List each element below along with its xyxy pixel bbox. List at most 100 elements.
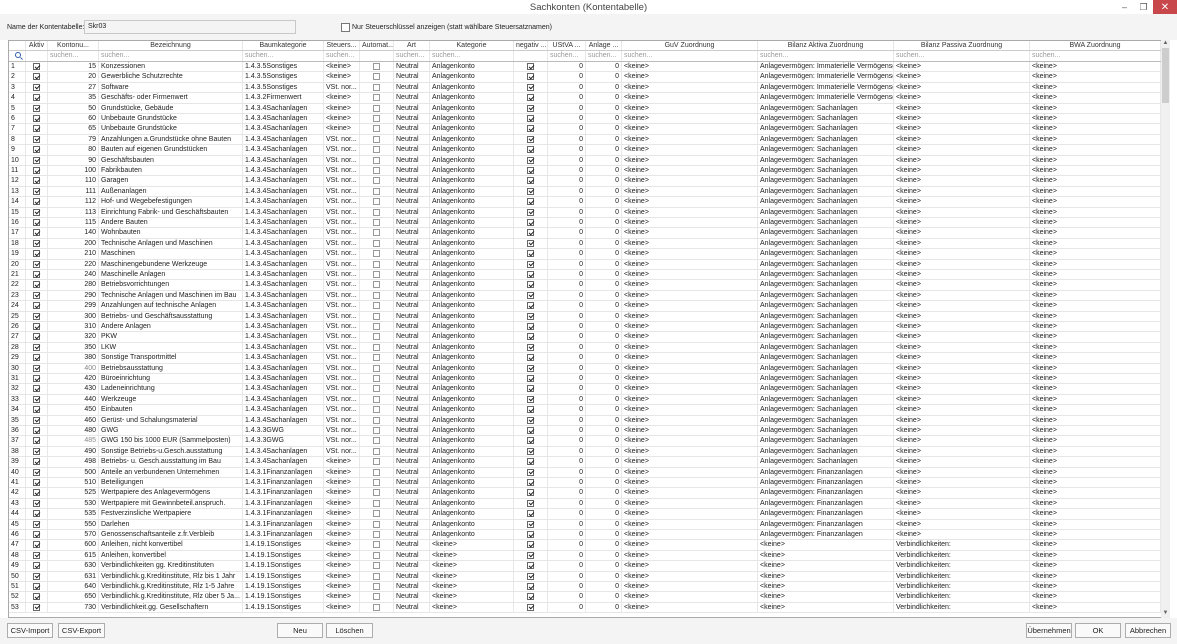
csv-import-button[interactable]: CSV-Import [7, 623, 53, 638]
column-header[interactable]: Baumkategorie [243, 41, 324, 50]
row-checkbox[interactable] [527, 146, 534, 154]
row-checkbox[interactable] [33, 239, 40, 247]
row-checkbox[interactable] [33, 520, 40, 528]
table-cell[interactable] [514, 62, 548, 72]
row-checkbox[interactable] [33, 302, 40, 310]
row-checkbox[interactable] [373, 167, 380, 174]
row-checkbox[interactable] [527, 115, 534, 122]
row-checkbox[interactable] [527, 603, 534, 611]
row-checkbox[interactable] [33, 499, 40, 507]
table-row[interactable]: 12 110 Garagen 1.4.3.4Sachanlagen VSt. nor..… [9, 176, 1161, 187]
table-row[interactable]: 21 240 Maschinelle Anlagen 1.4.3.4Sachanlag… [9, 270, 1161, 281]
table-cell[interactable] [514, 176, 548, 186]
row-checkbox[interactable] [33, 385, 40, 393]
table-row[interactable]: 19 210 Maschinen 1.4.3.4Sachanlagen VSt. nor… [9, 249, 1161, 260]
restore-icon[interactable]: ❐ [1134, 0, 1153, 14]
row-checkbox[interactable] [373, 187, 380, 195]
row-checkbox[interactable] [33, 572, 40, 580]
table-cell[interactable] [26, 457, 48, 467]
row-checkbox[interactable] [373, 541, 380, 549]
new-button[interactable]: Neu [277, 623, 323, 638]
row-checkbox[interactable] [33, 83, 40, 91]
row-checkbox[interactable] [527, 271, 534, 278]
table-cell[interactable] [26, 176, 48, 186]
row-checkbox[interactable] [33, 427, 40, 434]
table-cell[interactable] [514, 238, 548, 249]
table-cell[interactable] [26, 342, 48, 353]
row-checkbox[interactable] [373, 375, 380, 382]
row-checkbox[interactable] [33, 603, 40, 611]
ok-button[interactable]: OK [1075, 623, 1121, 638]
row-checkbox[interactable] [527, 250, 534, 258]
row-checkbox[interactable] [373, 312, 380, 320]
row-checkbox[interactable] [373, 333, 380, 341]
row-checkbox[interactable] [33, 208, 40, 216]
table-cell[interactable] [514, 311, 548, 321]
table-row[interactable]: 37 485 GWG 150 bis 1000 EUR (Sammelposten)… [9, 436, 1161, 447]
table-cell[interactable] [26, 488, 48, 498]
table-row[interactable]: 23 290 Technische Anlagen und Maschinen im… [9, 290, 1161, 302]
table-cell[interactable] [26, 82, 48, 93]
table-cell[interactable] [514, 124, 548, 134]
table-row[interactable]: 31 420 Büroeinrichtung 1.4.3.4Sachanlagen VS… [9, 374, 1161, 385]
table-cell[interactable] [514, 290, 548, 301]
table-cell[interactable] [360, 498, 394, 509]
column-header[interactable]: Aktiv [26, 41, 48, 50]
filter-cell[interactable]: suchen... [586, 51, 622, 61]
table-cell[interactable] [26, 238, 48, 249]
table-row[interactable]: 22 280 Betriebsvorrichtungen 1.4.3.4Sachanl… [9, 280, 1161, 291]
table-cell[interactable] [26, 436, 48, 446]
table-cell[interactable] [26, 374, 48, 384]
table-cell[interactable] [360, 571, 394, 581]
name-input[interactable]: Skr03 [84, 20, 296, 34]
table-cell[interactable] [514, 114, 548, 124]
row-checkbox[interactable] [527, 135, 534, 143]
table-cell[interactable] [514, 280, 548, 290]
table-cell[interactable] [26, 467, 48, 477]
table-cell[interactable] [26, 446, 48, 457]
column-header[interactable]: Anlage ... [586, 41, 622, 50]
table-cell[interactable] [26, 155, 48, 165]
row-checkbox[interactable] [373, 135, 380, 143]
column-header[interactable]: Kontonu... [48, 41, 99, 50]
row-checkbox[interactable] [373, 499, 380, 507]
table-cell[interactable] [360, 290, 394, 301]
row-checkbox[interactable] [373, 468, 380, 476]
row-checkbox[interactable] [373, 281, 380, 289]
row-checkbox[interactable] [33, 510, 40, 518]
row-checkbox[interactable] [527, 593, 534, 601]
row-checkbox[interactable] [373, 510, 380, 518]
table-row[interactable]: 40 500 Anteile an verbundenen Unternehmen 1… [9, 467, 1161, 478]
table-row[interactable]: 42 525 Wertpapiere des Anlagevermögens 1.4.… [9, 488, 1161, 499]
row-checkbox[interactable] [373, 416, 380, 424]
row-checkbox[interactable] [33, 541, 40, 549]
table-row[interactable]: 15 113 Einrichtung Fabrik- und Geschäftsba… [9, 207, 1161, 218]
row-checkbox[interactable] [373, 302, 380, 310]
table-cell[interactable] [360, 467, 394, 477]
table-cell[interactable] [26, 103, 48, 113]
filter-cell[interactable]: suchen... [243, 51, 324, 61]
row-checkbox[interactable] [373, 447, 380, 455]
row-checkbox[interactable] [373, 146, 380, 154]
row-checkbox[interactable] [527, 104, 534, 112]
row-checkbox[interactable] [373, 271, 380, 278]
column-header[interactable]: UStVA ... [548, 41, 586, 50]
row-checkbox[interactable] [33, 375, 40, 382]
row-checkbox[interactable] [33, 447, 40, 455]
column-header[interactable]: BWA Zuordnung [1030, 41, 1161, 50]
table-cell[interactable] [360, 166, 394, 176]
table-cell[interactable] [360, 103, 394, 113]
table-cell[interactable] [514, 166, 548, 176]
column-header[interactable]: Art [394, 41, 430, 50]
row-checkbox[interactable] [33, 531, 40, 538]
table-row[interactable]: 28 350 LKW 1.4.3.4Sachanlagen VSt. nor... Neu… [9, 342, 1161, 354]
column-header[interactable]: Steuers... [324, 41, 360, 50]
row-checkbox[interactable] [527, 260, 534, 268]
table-cell[interactable] [360, 62, 394, 72]
table-row[interactable]: 36 480 GWG 1.4.3.3GWG VSt. nor... Neutral Anla… [9, 426, 1161, 437]
row-checkbox[interactable] [527, 333, 534, 341]
filter-cell[interactable]: suchen... [324, 51, 360, 61]
row-checkbox[interactable] [33, 104, 40, 112]
table-cell[interactable] [514, 602, 548, 613]
table-cell[interactable] [26, 540, 48, 550]
